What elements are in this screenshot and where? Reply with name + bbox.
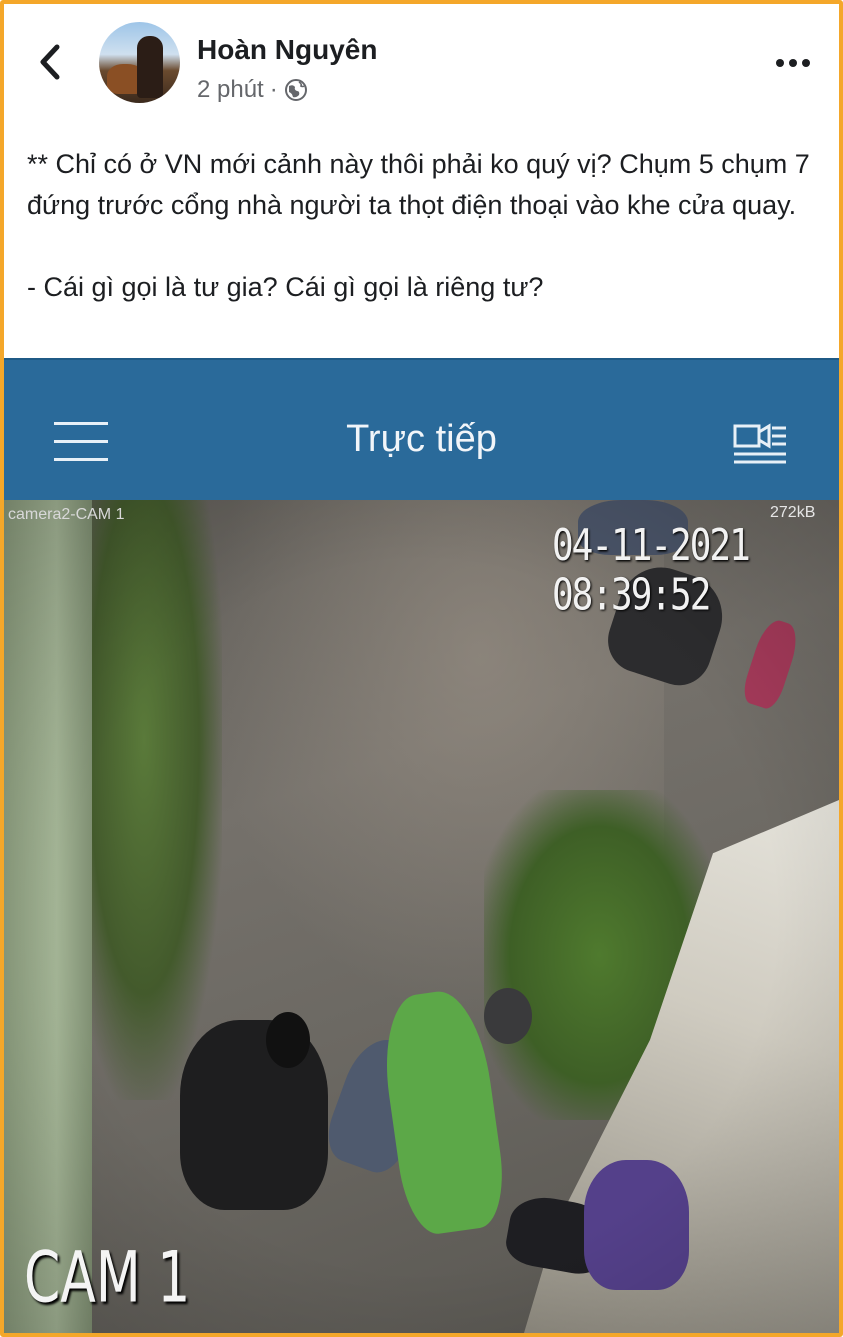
feed-person [584, 1160, 689, 1290]
meta-separator: · [269, 76, 278, 103]
post-header: Hoàn Nguyên 2 phút · [0, 0, 843, 120]
bitrate-overlay: 272kB [770, 504, 816, 521]
globe-icon [284, 79, 307, 101]
feed-person-head [266, 1012, 310, 1068]
feed-wall [4, 500, 92, 1333]
post-text-paragraph: - Cái gì gọi là tư gia? Cái gì gọi là ri… [27, 272, 544, 302]
more-options-button[interactable] [770, 48, 816, 78]
avatar-person-shape [137, 36, 163, 98]
feed-grass [92, 500, 222, 1100]
feed-person-head [484, 988, 532, 1044]
camera-app-title: Trực tiếp [346, 418, 497, 460]
post-text-paragraph: ** Chỉ có ở VN mới cảnh này thôi phải ko… [27, 149, 810, 220]
cctv-feed: camera2-CAM 1 272kB 04-11-2021 08:39:52 … [4, 500, 839, 1333]
post-photo[interactable]: Trực tiếp camera2-CAM 1 272kB 04-11-2021… [4, 358, 839, 1333]
cam-label-overlay: CAM 1 [24, 1238, 191, 1319]
camera-app-bar: Trực tiếp [4, 358, 839, 502]
author-name[interactable]: Hoàn Nguyên [197, 34, 377, 66]
camera-list-icon [733, 423, 786, 464]
avatar[interactable] [99, 22, 180, 103]
more-horizontal-icon [776, 59, 810, 67]
camera-name-overlay: camera2-CAM 1 [8, 506, 125, 523]
timestamp-overlay: 04-11-2021 08:39:52 [552, 521, 751, 621]
back-button[interactable] [30, 42, 70, 82]
post-meta: 2 phút · [197, 76, 308, 104]
feed-person [739, 616, 803, 712]
post-time[interactable]: 2 phút [197, 76, 264, 104]
post-text: ** Chỉ có ở VN mới cảnh này thôi phải ko… [27, 144, 827, 308]
chevron-left-icon [40, 44, 60, 80]
